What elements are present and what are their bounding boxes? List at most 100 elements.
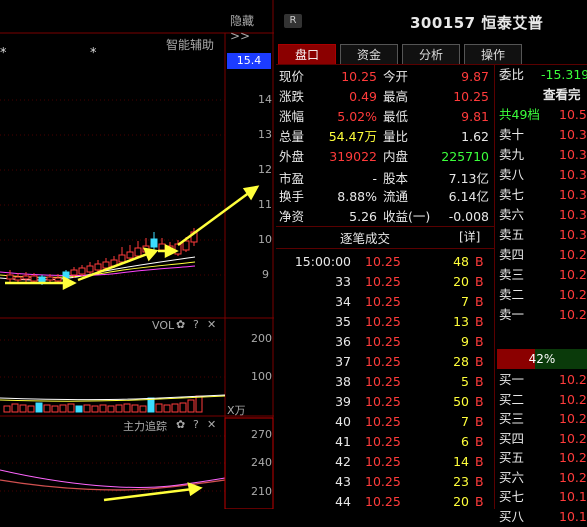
sell-level-price: 10.3	[559, 207, 587, 222]
sell-level-row[interactable]: 卖六 10.3	[497, 205, 587, 225]
volume-bar	[19, 404, 27, 413]
sell-level-price: 10.2	[559, 307, 587, 322]
buy-level-label: 买八	[499, 508, 525, 524]
candlesticks	[6, 228, 198, 285]
stock-name: 恒泰艾普	[481, 14, 544, 32]
candle-body	[54, 277, 62, 282]
volume-bar	[171, 403, 179, 413]
settings-icon[interactable]: ✿	[176, 318, 185, 331]
buy-level-row[interactable]: 买三 10.2	[497, 409, 587, 429]
kline-chart-area[interactable]: 隐藏>> 智能辅助 * * 15.4 14 13 12 11 10 9 VOL …	[0, 0, 274, 509]
sell-level-row[interactable]: 卖五 10.3	[497, 225, 587, 245]
zl-panel-label: 主力追踪	[123, 420, 167, 433]
trade-side: B	[475, 314, 484, 329]
candle-body	[30, 275, 38, 282]
trade-row: 42 10.25 14 B	[279, 452, 494, 472]
sell-level-row[interactable]: 卖四 10.2	[497, 245, 587, 265]
candle-body	[46, 276, 54, 281]
trade-time: 33	[335, 274, 351, 289]
sell-level-row[interactable]: 卖三 10.2	[497, 265, 587, 285]
sell-level-row[interactable]: 卖九 10.3	[497, 145, 587, 165]
weibi-label: 委比	[499, 67, 525, 82]
trade-volume: 14	[453, 454, 469, 469]
buy-level-label: 买二	[499, 391, 525, 407]
sell-level-label: 卖五	[499, 227, 525, 242]
buy-level-row[interactable]: 买七 10.1	[497, 487, 587, 507]
sell-level-label: 卖三	[499, 267, 525, 282]
buy-level-row[interactable]: 买八 10.1	[497, 507, 587, 527]
indicator-label[interactable]: 智能辅助	[166, 36, 214, 53]
buy-level-price: 10.2	[559, 391, 587, 407]
vol-unit-label: X万	[227, 404, 246, 417]
price-axis-label: 13	[258, 128, 272, 141]
trade-price: 10.25	[365, 474, 401, 489]
buy-level-row[interactable]: 买五 10.2	[497, 448, 587, 468]
zl-axis-label: 270	[251, 428, 272, 441]
tab-fenxi[interactable]: 分析	[402, 44, 460, 64]
sell-level-row[interactable]: 卖一 10.2	[497, 305, 587, 325]
tab-pankou[interactable]: 盘口	[278, 44, 336, 64]
buy-sell-ratio-bar: 42%	[497, 349, 587, 369]
tab-zijin[interactable]: 资金	[340, 44, 398, 64]
trade-side: B	[475, 454, 484, 469]
vol-axis-label: 100	[251, 370, 272, 383]
quote-value: 6.14亿	[448, 189, 489, 204]
help-icon[interactable]: ?	[193, 418, 199, 431]
vol-panel-label: VOL	[152, 319, 175, 332]
trade-volume: 9	[461, 334, 469, 349]
sell-level-row[interactable]: 卖八 10.3	[497, 165, 587, 185]
tab-caozuo[interactable]: 操作	[464, 44, 522, 64]
buy-level-label: 买七	[499, 489, 525, 504]
sell-level-row[interactable]: 卖七 10.3	[497, 185, 587, 205]
sell-level-row[interactable]: 卖二 10.2	[497, 285, 587, 305]
trade-volume: 48	[453, 254, 469, 269]
price-axis-label: 9	[262, 268, 269, 281]
volume-bar	[51, 405, 59, 413]
trades-title: 逐笔成交	[340, 231, 391, 246]
candle-body	[94, 263, 102, 271]
price-axis-label: 14	[258, 93, 272, 106]
volume-bar	[27, 405, 35, 413]
weibi-row: 委比 -15.319	[497, 65, 587, 85]
sell-level-price: 10.3	[559, 127, 587, 142]
help-icon[interactable]: ?	[193, 318, 199, 331]
total-levels-row: 共49档 10.5	[497, 105, 587, 125]
view-all-link[interactable]: 查看完	[543, 85, 581, 105]
trade-price: 10.25	[365, 314, 401, 329]
close-icon[interactable]: ✕	[207, 418, 216, 431]
quote-label: 总量	[279, 129, 305, 144]
weibi-value: -15.319	[541, 67, 587, 82]
trade-side: B	[475, 434, 484, 449]
quote-value: 54.47万	[328, 129, 377, 144]
trade-row: 38 10.25 5 B	[279, 372, 494, 392]
trade-side: B	[475, 414, 484, 429]
sell-level-price: 10.3	[559, 187, 587, 202]
hide-toggle[interactable]: 隐藏>>	[230, 12, 274, 43]
vol-axis-label: 200	[251, 332, 272, 345]
r-badge: R	[284, 14, 302, 28]
quote-row: 涨幅 5.02% 最低 9.81	[279, 107, 494, 127]
sell-level-label: 卖二	[499, 287, 525, 302]
settings-icon[interactable]: ✿	[176, 418, 185, 431]
trade-row: 33 10.25 20 B	[279, 272, 494, 292]
candle-body	[86, 265, 94, 273]
volume-bar	[99, 404, 107, 413]
quote-value: 10.25	[341, 69, 377, 84]
trade-row: 41 10.25 6 B	[279, 432, 494, 452]
buy-level-row[interactable]: 买一 10.2	[497, 370, 587, 390]
trade-time: 38	[335, 374, 351, 389]
close-icon[interactable]: ✕	[207, 318, 216, 331]
buy-level-row[interactable]: 买二 10.2	[497, 390, 587, 410]
sell-level-label: 卖四	[499, 247, 525, 262]
quote-value: 7.13亿	[448, 171, 489, 186]
volume-bar	[179, 402, 187, 413]
sell-level-price: 10.2	[559, 287, 587, 302]
price-axis-label: 11	[258, 198, 272, 211]
buy-level-row[interactable]: 买四 10.2	[497, 429, 587, 449]
trade-price: 10.25	[365, 414, 401, 429]
buy-level-price: 10.1	[559, 489, 587, 504]
quote-row: 市盈 - 股本 7.13亿	[279, 169, 494, 189]
sell-level-row[interactable]: 卖十 10.3	[497, 125, 587, 145]
buy-level-row[interactable]: 买六 10.2	[497, 468, 587, 488]
trades-detail-link[interactable]: [详]	[459, 228, 480, 245]
